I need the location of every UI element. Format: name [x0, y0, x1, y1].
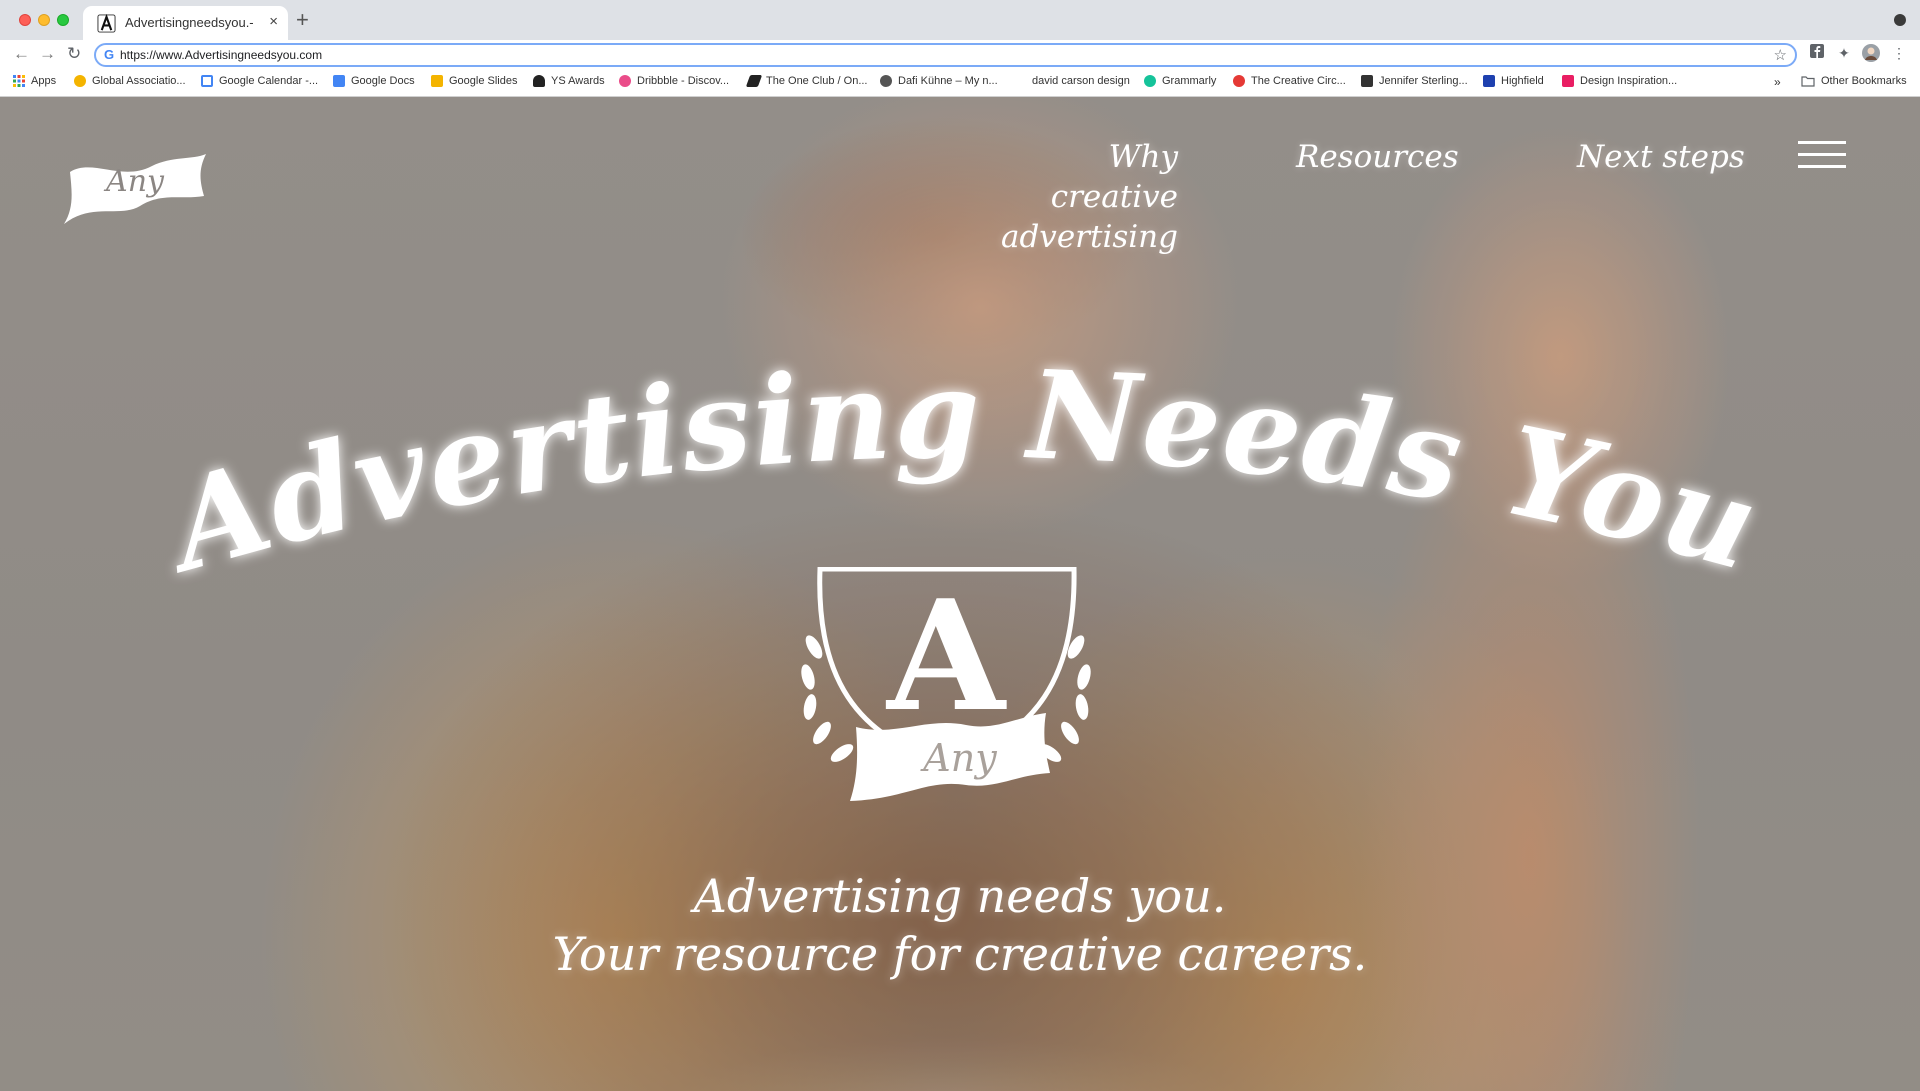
- bookmark-creative-circle[interactable]: The Creative Circ...: [1233, 75, 1346, 87]
- bookmark-global-association[interactable]: Global Associatio...: [74, 75, 186, 87]
- close-window-button[interactable]: [19, 14, 31, 26]
- bookmark-star-icon[interactable]: ☆: [1774, 46, 1787, 64]
- bookmark-label: Global Associatio...: [92, 75, 186, 87]
- one-club-icon: [745, 75, 763, 87]
- bookmark-label: The One Club / On...: [766, 75, 868, 87]
- grammarly-icon: [1144, 75, 1156, 87]
- extensions-puzzle-icon[interactable]: ✦: [1835, 44, 1853, 62]
- browser-tab-bar: Advertisingneedsyou.- × +: [0, 0, 1920, 40]
- david-carson-icon: [1014, 75, 1026, 87]
- browser-tab[interactable]: Advertisingneedsyou.- ×: [83, 6, 288, 40]
- bookmark-design-inspiration[interactable]: Design Inspiration...: [1562, 75, 1677, 87]
- bookmark-label: Google Calendar -...: [219, 75, 319, 87]
- minimize-window-button[interactable]: [38, 14, 50, 26]
- design-inspiration-icon: [1562, 75, 1574, 87]
- bookmark-label: The Creative Circ...: [1251, 75, 1346, 87]
- facebook-extension-icon[interactable]: [1808, 44, 1826, 62]
- google-slides-icon: [431, 75, 443, 87]
- bookmarks-bar: Apps Global Associatio... Google Calenda…: [0, 70, 1920, 96]
- bookmark-label: Dribbble - Discov...: [637, 75, 730, 87]
- apps-grid-icon: [13, 75, 25, 87]
- bookmark-label: Google Docs: [351, 75, 415, 87]
- highfield-icon: [1483, 75, 1495, 87]
- address-bar[interactable]: G https://www.Advertisingneedsyou.com ☆: [94, 43, 1797, 67]
- folder-icon: [1801, 75, 1815, 87]
- crest-ribbon-text: Any: [923, 736, 997, 780]
- bookmark-label: david carson design: [1032, 75, 1130, 87]
- bookmark-label: Design Inspiration...: [1580, 75, 1678, 87]
- headline-text: Advertising Needs You: [146, 342, 1772, 601]
- tagline-line2: Your resource for creative careers.: [552, 927, 1368, 981]
- bookmark-one-club[interactable]: The One Club / On...: [745, 75, 868, 87]
- crest-emblem: A: [796, 566, 1096, 827]
- ys-awards-icon: [533, 75, 545, 87]
- jennifer-sterling-icon: [1361, 75, 1373, 87]
- reload-icon[interactable]: ↻: [67, 45, 81, 63]
- tab-title: Advertisingneedsyou.-: [125, 15, 254, 30]
- address-bar-url: https://www.Advertisingneedsyou.com: [120, 48, 323, 62]
- profile-avatar[interactable]: [1862, 44, 1880, 62]
- bookmark-dribbble[interactable]: Dribbble - Discov...: [619, 75, 729, 87]
- dribbble-icon: [619, 75, 631, 87]
- bookmark-label: Google Slides: [449, 75, 518, 87]
- new-tab-button[interactable]: +: [296, 9, 309, 31]
- back-arrow-icon[interactable]: ←: [13, 45, 30, 63]
- global-association-icon: [74, 75, 86, 87]
- bookmark-google-slides[interactable]: Google Slides: [431, 75, 518, 87]
- bookmark-label: Grammarly: [1162, 75, 1217, 87]
- bookmark-highfield[interactable]: Highfield: [1483, 75, 1544, 87]
- tagline-line1: Advertising needs you.: [693, 869, 1227, 923]
- bookmark-grammarly[interactable]: Grammarly: [1144, 75, 1216, 87]
- bookmark-google-docs[interactable]: Google Docs: [333, 75, 415, 87]
- bookmarks-overflow-button[interactable]: »: [1774, 75, 1781, 89]
- bookmark-apps[interactable]: Apps: [13, 75, 56, 87]
- bookmark-label: Jennifer Sterling...: [1379, 75, 1468, 87]
- bookmark-dafi-kuhne[interactable]: Dafi Kühne – My n...: [880, 75, 998, 87]
- bookmark-label: YS Awards: [551, 75, 605, 87]
- bookmark-label: Other Bookmarks: [1821, 75, 1907, 87]
- bookmark-david-carson[interactable]: david carson design: [1014, 75, 1130, 87]
- crest-letter: A: [887, 566, 1005, 745]
- other-bookmarks-folder[interactable]: Other Bookmarks: [1801, 75, 1907, 87]
- dafi-kuhne-icon: [880, 75, 892, 87]
- maximize-window-button[interactable]: [57, 14, 69, 26]
- google-docs-icon: [333, 75, 345, 87]
- hero-tagline: Advertising needs you. Your resource for…: [0, 867, 1920, 983]
- google-icon: G: [104, 47, 115, 62]
- bookmark-label: Highfield: [1501, 75, 1544, 87]
- bookmark-ys-awards[interactable]: YS Awards: [533, 75, 605, 87]
- creative-circle-icon: [1233, 75, 1245, 87]
- bookmark-label: Dafi Kühne – My n...: [898, 75, 998, 87]
- window-menu-icon[interactable]: [1894, 14, 1906, 26]
- bookmark-google-calendar[interactable]: Google Calendar -...: [201, 75, 318, 87]
- bookmark-label: Apps: [31, 75, 57, 87]
- google-calendar-icon: [201, 75, 213, 87]
- site-favicon-icon: [97, 14, 116, 33]
- forward-arrow-icon[interactable]: →: [39, 45, 56, 63]
- browser-menu-icon[interactable]: ⋮: [1890, 44, 1908, 62]
- bookmark-jennifer-sterling[interactable]: Jennifer Sterling...: [1361, 75, 1468, 87]
- svg-text:Advertising Needs You: Advertising Needs You: [146, 342, 1774, 601]
- tab-close-icon[interactable]: ×: [269, 13, 278, 31]
- hero-section: Any Why creative advertising Resources N…: [0, 97, 1920, 1091]
